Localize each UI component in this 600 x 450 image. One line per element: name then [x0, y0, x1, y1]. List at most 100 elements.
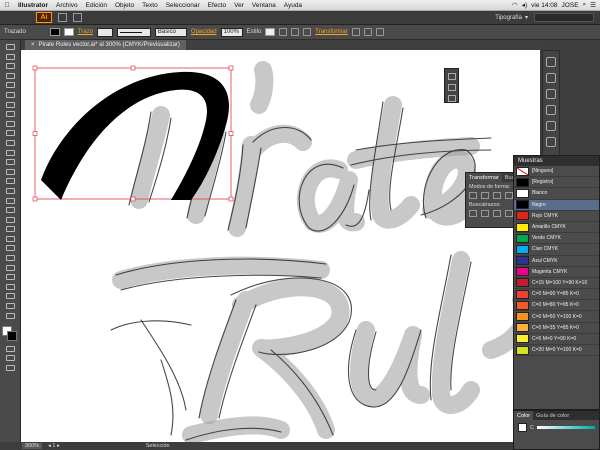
menu-objeto[interactable]: Objeto — [111, 2, 138, 9]
envelope-icon[interactable] — [363, 28, 372, 36]
blob-brush-tool-icon[interactable] — [5, 149, 15, 156]
tab-transformar[interactable]: Transformar — [466, 173, 502, 182]
crop-button[interactable] — [505, 210, 513, 217]
color-mode-icon[interactable] — [5, 345, 15, 352]
trim-button[interactable] — [481, 210, 489, 217]
align-icon[interactable] — [291, 28, 300, 36]
zoom-level[interactable]: 300% — [22, 443, 43, 449]
menu-ver[interactable]: Ver — [230, 2, 248, 9]
mesh-tool-icon[interactable] — [5, 226, 15, 233]
arrange-documents-icon[interactable] — [73, 13, 82, 22]
swatch-row[interactable]: Blanco — [514, 188, 599, 200]
apple-menu-icon[interactable]:  — [0, 2, 14, 9]
artboard-canvas[interactable] — [21, 50, 540, 442]
exclude-button[interactable] — [505, 192, 513, 199]
current-tool-status[interactable]: Selección — [146, 443, 170, 449]
recolor-artwork-icon[interactable] — [279, 28, 288, 36]
perspective-grid-tool-icon[interactable] — [5, 216, 15, 223]
layers-panel-icon[interactable] — [546, 121, 556, 131]
eraser-tool-icon[interactable] — [5, 159, 15, 166]
swatch-row[interactable]: C=20 M=0 Y=100 K=0 — [514, 345, 599, 357]
align-panel-icon[interactable] — [447, 95, 456, 102]
swatch-row[interactable]: Cian CMYK — [514, 244, 599, 256]
menubar-user[interactable]: JOSE — [562, 2, 579, 9]
pencil-tool-icon[interactable] — [5, 139, 15, 146]
distribute-icon[interactable] — [303, 28, 312, 36]
opacity-link[interactable]: Opacidad — [191, 29, 217, 35]
workspace-switcher[interactable]: Tipografía ▾ — [495, 14, 528, 22]
gradient-tool-icon[interactable] — [5, 235, 15, 242]
swatch-row[interactable]: Rojo CMYK — [514, 211, 599, 222]
wifi-icon[interactable]: ◠ — [512, 1, 518, 9]
menu-ayuda[interactable]: Ayuda — [280, 2, 306, 9]
navigator-panel-icon[interactable] — [447, 73, 456, 80]
swatch-row[interactable]: Azul CMYK — [514, 256, 599, 267]
document-tab[interactable]: × Pirate Rules vector.ai* al 300% (CMYK/… — [25, 40, 186, 50]
unite-button[interactable] — [469, 192, 477, 199]
opacity-field[interactable]: 100% — [220, 27, 243, 37]
info-panel-icon[interactable] — [447, 84, 456, 91]
tab-color[interactable]: Color — [514, 411, 534, 420]
brushes-panel-icon[interactable] — [546, 57, 556, 67]
swatch-row[interactable]: C=0 M=90 Y=85 K=0 — [514, 289, 599, 301]
minus-front-button[interactable] — [481, 192, 489, 199]
selection-tool-icon[interactable] — [5, 44, 15, 50]
stroke-box[interactable] — [7, 331, 17, 342]
swatch-row[interactable]: Negro — [514, 199, 599, 211]
symbols-panel-icon[interactable] — [546, 73, 556, 83]
notification-list-icon[interactable]: ☰ — [590, 1, 596, 9]
menu-seleccionar[interactable]: Seleccionar — [162, 2, 204, 9]
draw-mode-icon[interactable] — [5, 355, 15, 362]
brush-definition[interactable]: Básico — [154, 27, 187, 37]
isolate-icon[interactable] — [351, 28, 360, 36]
merge-button[interactable] — [493, 210, 501, 217]
swatch-row[interactable]: Verde CMYK — [514, 233, 599, 245]
rotate-tool-icon[interactable] — [5, 168, 15, 175]
graphic-styles-panel-icon[interactable] — [546, 89, 556, 99]
volume-icon[interactable]: ◂) — [522, 1, 527, 9]
shape-builder-tool-icon[interactable] — [5, 207, 15, 214]
direct-selection-tool-icon[interactable] — [5, 53, 15, 60]
slice-tool-icon[interactable] — [5, 293, 15, 300]
menubar-clock[interactable]: vie 14:08 — [531, 2, 557, 9]
menu-app[interactable]: Illustrator — [14, 2, 52, 9]
swatch-row[interactable]: C=0 M=35 Y=85 K=0 — [514, 323, 599, 334]
control-menu-icon[interactable] — [375, 28, 384, 36]
cyan-slider[interactable] — [536, 426, 595, 429]
symbol-sprayer-tool-icon[interactable] — [5, 264, 15, 271]
menu-efecto[interactable]: Efecto — [204, 2, 230, 9]
swatch-row[interactable]: Amarillo CMYK — [514, 222, 599, 234]
appearance-panel-icon[interactable] — [546, 105, 556, 115]
selection-handle[interactable] — [32, 196, 38, 202]
selection-handle[interactable] — [228, 196, 234, 202]
column-graph-tool-icon[interactable] — [5, 274, 15, 281]
magic-wand-tool-icon[interactable] — [5, 63, 15, 70]
menu-ventana[interactable]: Ventana — [248, 2, 280, 9]
selection-handle[interactable] — [130, 65, 136, 71]
intersect-button[interactable] — [493, 192, 501, 199]
free-transform-tool-icon[interactable] — [5, 197, 15, 204]
width-tool-icon[interactable] — [5, 187, 15, 194]
artboard-tool-icon[interactable] — [5, 283, 15, 290]
swatch-row[interactable]: C=5 M=0 Y=90 K=0 — [514, 334, 599, 345]
screen-mode-icon[interactable] — [5, 365, 15, 371]
line-tool-icon[interactable] — [5, 111, 15, 118]
menu-archivo[interactable]: Archivo — [52, 2, 82, 9]
fill-swatch[interactable] — [49, 28, 60, 36]
selection-handle[interactable] — [228, 131, 234, 136]
swatch-row[interactable]: Magenta CMYK — [514, 267, 599, 278]
search-input[interactable] — [534, 13, 594, 22]
swatch-row[interactable]: [Registro] — [514, 177, 599, 189]
selection-handle[interactable] — [228, 65, 234, 71]
selection-handle[interactable] — [32, 65, 38, 71]
selection-handle[interactable] — [32, 131, 38, 136]
stroke-panel-link[interactable]: Trazo — [78, 29, 93, 35]
transform-link[interactable]: Transformar — [315, 29, 347, 35]
swatch-row[interactable]: C=0 M=80 Y=95 K=0 — [514, 300, 599, 312]
fill-stroke-selector[interactable] — [2, 326, 18, 342]
pen-tool-icon[interactable] — [5, 82, 15, 89]
stroke-swatch[interactable] — [63, 28, 74, 36]
scale-tool-icon[interactable] — [5, 178, 15, 185]
spotlight-icon[interactable]: ⌕ — [583, 1, 587, 9]
zoom-tool-icon[interactable] — [5, 312, 15, 319]
